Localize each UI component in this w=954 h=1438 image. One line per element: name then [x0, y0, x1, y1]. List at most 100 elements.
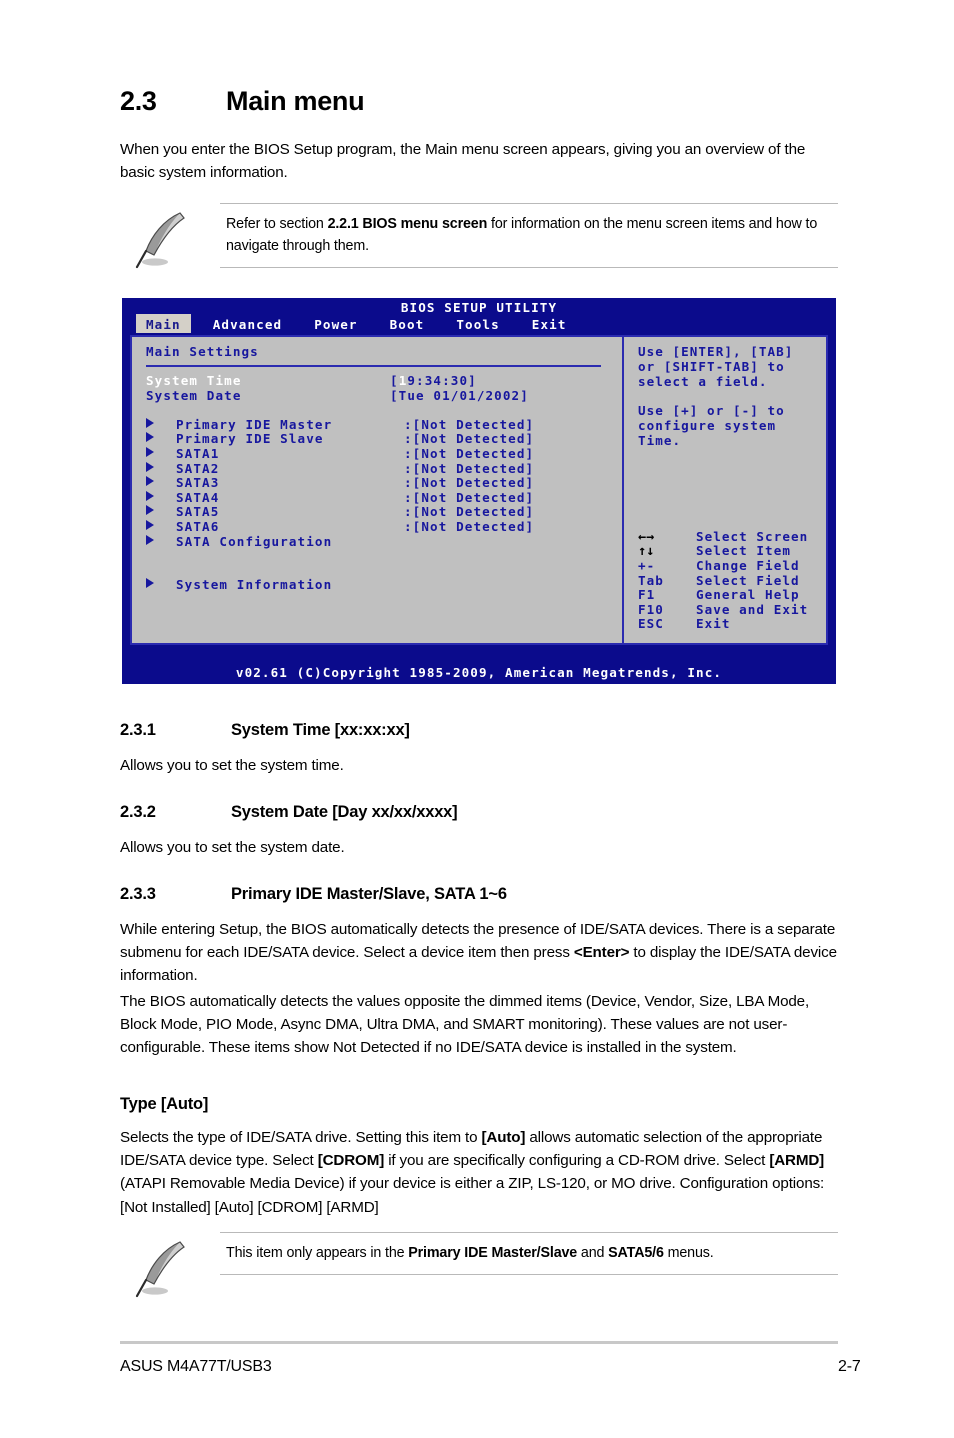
- note-bottom-text-before: This item only appears in the: [226, 1245, 409, 1261]
- triangle-right-icon: [146, 476, 154, 487]
- bios-item-sata4-label: SATA4: [176, 489, 220, 505]
- bios-item-sata6-label: SATA6: [176, 518, 220, 534]
- heading-2-3-1-number: 2.3.1: [120, 721, 156, 739]
- bios-item-primary-ide-slave-value: :[Not Detected]: [404, 431, 535, 447]
- bios-settings-panel: Main Settings System Time [19:34:30] Syst…: [132, 337, 622, 643]
- bios-help-text: Use [ENTER], [TAB] or [SHIFT-TAB] to sel…: [638, 344, 794, 448]
- note-rule-bottom: [220, 267, 838, 268]
- bios-panel-title: Main Settings: [146, 344, 259, 359]
- tab-advanced[interactable]: Advanced: [191, 314, 292, 333]
- bios-item-sata2[interactable]: SATA2:[Not Detected]: [146, 460, 622, 477]
- bios-title: BIOS SETUP UTILITY: [400, 300, 558, 315]
- bios-tab-bar: Main Advanced Power Boot Tools Exit: [136, 314, 577, 333]
- legend-desc-change-field: Change Field: [696, 558, 800, 574]
- bios-field-system-time[interactable]: System Time [19:34:30]: [146, 373, 622, 389]
- para1-enter-bold: <Enter>: [573, 944, 630, 962]
- bios-item-sata5[interactable]: SATA5:[Not Detected]: [146, 505, 622, 520]
- tab-main[interactable]: Main: [136, 314, 191, 333]
- heading-2-3-2-number: 2.3.2: [120, 803, 156, 821]
- bios-content-area: Main Settings System Time [19:34:30] Syst…: [130, 335, 828, 645]
- bios-setup-screen: BIOS SETUP UTILITY Main Advanced Power B…: [122, 298, 836, 684]
- triangle-right-icon: [146, 578, 154, 589]
- bios-item-sata-configuration-label: SATA Configuration: [176, 533, 333, 549]
- triangle-right-icon: [146, 534, 154, 545]
- bios-item-primary-ide-master-value: :[Not Detected]: [404, 416, 535, 432]
- arrow-up-down-icon: ↑↓: [638, 543, 655, 560]
- type-auto-bold-auto: [Auto]: [481, 1129, 526, 1146]
- bios-time-rest: 9:34:30]: [407, 373, 477, 388]
- legend-key-plus-minus: +-: [638, 558, 656, 574]
- body-2-3-3-para1: While entering Setup, the BIOS automatic…: [120, 918, 838, 988]
- legend-row-select-screen: ←→ Select Screen: [638, 529, 808, 545]
- triangle-right-icon: [146, 417, 154, 428]
- tab-exit[interactable]: Exit: [510, 314, 577, 333]
- bios-key-legend: ←→ Select Screen ↑↓ Select Item +- Change F…: [638, 529, 809, 632]
- note-bottom-text-mid: and: [577, 1245, 609, 1261]
- bios-item-sata3-value: :[Not Detected]: [404, 475, 535, 491]
- tab-power[interactable]: Power: [292, 314, 367, 333]
- note-box-top: Refer to section 2.2.1 BIOS menu screen …: [120, 203, 838, 269]
- bios-item-sata2-label: SATA2: [176, 460, 220, 476]
- triangle-right-icon: [146, 432, 154, 443]
- tab-tools[interactable]: Tools: [434, 314, 509, 333]
- bios-item-system-information[interactable]: System Information: [146, 578, 622, 593]
- type-auto-text-a: Selects the type of IDE/SATA drive. Sett…: [120, 1129, 482, 1146]
- bios-item-sata-configuration[interactable]: SATA Configuration: [146, 533, 622, 550]
- heading-2-3-3: 2.3.3 Primary IDE Master/Slave, SATA 1~6: [120, 885, 507, 904]
- footer-rule: [120, 1341, 838, 1344]
- heading-2-3-3-number: 2.3.3: [120, 885, 156, 903]
- quill-pen-icon: [135, 212, 185, 269]
- triangle-right-icon: [146, 519, 154, 530]
- bios-item-sata1-value: :[Not Detected]: [404, 445, 535, 461]
- note-bottom-rule-bottom: [220, 1274, 838, 1275]
- legend-key-esc: ESC: [638, 616, 664, 632]
- legend-row-exit: ESC Exit: [638, 617, 808, 632]
- bios-item-sata6-value: :[Not Detected]: [404, 518, 535, 534]
- bios-time-bracket: [: [390, 373, 399, 388]
- body-2-3-1: Allows you to set the system time.: [120, 757, 344, 774]
- type-auto-text-d: if you are specifically configuring a CD…: [384, 1152, 770, 1170]
- bios-item-primary-ide-master-label: Primary IDE Master: [176, 416, 333, 432]
- page-title: 2.3 Main menu: [120, 86, 365, 117]
- note-top-text: Refer to section 2.2.1 BIOS menu screen …: [220, 204, 838, 267]
- type-auto-bold-armd: [ARMD]: [769, 1152, 825, 1170]
- legend-desc-general-help: General Help: [696, 587, 800, 603]
- heading-2-3-1: 2.3.1 System Time [xx:xx:xx]: [120, 721, 410, 740]
- legend-desc-save-and-exit: Save and Exit: [696, 601, 809, 617]
- legend-row-select-field: Tab Select Field: [638, 572, 808, 589]
- legend-key-f1: F1: [638, 587, 656, 603]
- note-bottom-bold-1: Primary IDE Master/Slave: [408, 1245, 578, 1261]
- body-2-3-2: Allows you to set the system date.: [120, 839, 345, 856]
- legend-row-change-field: +- Change Field: [638, 558, 808, 574]
- bios-field-system-time-value: [19:34:30]: [390, 373, 477, 388]
- page-title-number: 2.3: [120, 86, 157, 116]
- bios-spacer-1: [146, 403, 622, 418]
- bios-spacer-2: [146, 549, 622, 564]
- bios-item-primary-ide-slave-label: Primary IDE Slave: [176, 431, 324, 447]
- legend-desc-select-item: Select Item: [696, 543, 791, 559]
- body-type-auto: Selects the type of IDE/SATA drive. Sett…: [120, 1126, 838, 1219]
- bios-item-sata5-label: SATA5: [176, 504, 220, 520]
- bios-item-primary-ide-slave[interactable]: Primary IDE Slave :[Not Detected]: [146, 432, 622, 447]
- bios-item-system-information-label: System Information: [176, 577, 333, 593]
- page-title-text: Main menu: [226, 86, 365, 116]
- bios-item-sata3-label: SATA3: [176, 475, 220, 491]
- bios-item-sata4[interactable]: SATA4:[Not Detected]: [146, 489, 622, 506]
- legend-row-save-and-exit: F10 Save and Exit: [638, 601, 809, 618]
- bios-item-sata1-label: SATA1: [176, 445, 220, 461]
- triangle-right-icon: [146, 446, 154, 457]
- bios-field-system-time-label: System Time: [146, 373, 242, 388]
- intro-paragraph: When you enter the BIOS Setup program, t…: [120, 141, 806, 182]
- bios-item-sata6[interactable]: SATA6 :[Not Detected]: [146, 518, 622, 535]
- bios-item-sata1[interactable]: SATA1 :[Not Detected]: [146, 445, 622, 462]
- bios-item-primary-ide-master[interactable]: Primary IDE Master :[Not Detected]: [146, 416, 622, 433]
- legend-row-general-help: F1 General Help: [638, 587, 808, 603]
- heading-2-3-2: 2.3.2 System Date [Day xx/xx/xxxx]: [120, 803, 458, 822]
- bios-item-sata3[interactable]: SATA3 :[Not Detected]: [146, 475, 622, 491]
- bios-field-system-date-value: [Tue 01/01/2002]: [390, 387, 529, 403]
- heading-2-3-2-title: System Date [Day xx/xx/xxxx]: [231, 803, 458, 821]
- tab-boot[interactable]: Boot: [368, 314, 435, 333]
- note-bottom-text: This item only appears in the Primary ID…: [220, 1233, 838, 1274]
- bios-field-system-date[interactable]: System Date [Tue 01/01/2002]: [146, 387, 622, 404]
- legend-key-tab: Tab: [638, 572, 664, 588]
